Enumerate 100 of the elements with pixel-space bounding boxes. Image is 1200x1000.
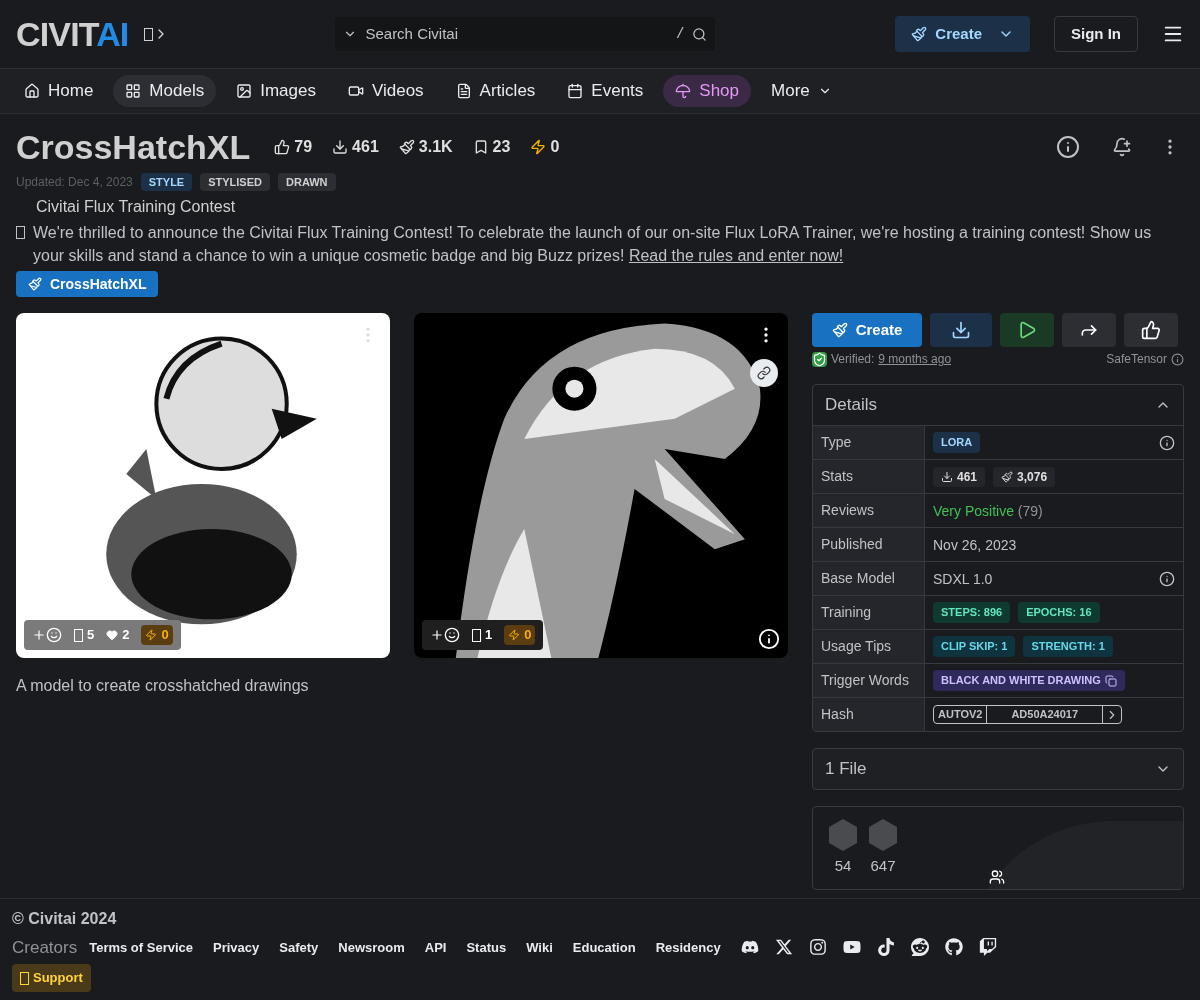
copyright: © Civitai 2024: [12, 908, 118, 929]
badge-count: 54: [834, 856, 852, 876]
social-link-icon[interactable]: [774, 938, 793, 957]
model-description: A model to create crosshatched drawings: [16, 676, 310, 696]
image-card[interactable]: 5 2 0: [16, 313, 390, 658]
bell-icon[interactable]: [1112, 137, 1132, 158]
support-button[interactable]: Support: [12, 964, 91, 992]
footer-link[interactable]: Wiki: [526, 937, 553, 957]
badge-count: 647: [870, 856, 896, 876]
copy-icon: [1104, 674, 1117, 687]
bolt-icon: [530, 139, 547, 156]
sign-in-button[interactable]: Sign In: [1054, 16, 1138, 52]
hash-value: AD50A24017: [987, 706, 1104, 723]
nav-tab[interactable]: Events: [555, 75, 656, 107]
smiley-icon[interactable]: [444, 627, 460, 643]
files-panel[interactable]: 1 File: [812, 748, 1184, 790]
detail-label-cell: Published: [813, 528, 925, 561]
detail-label-cell: Training: [813, 596, 925, 629]
footer-link[interactable]: Status: [466, 937, 507, 957]
image-icon: [236, 83, 253, 99]
details-title: Details: [825, 394, 877, 417]
brush-icon: [911, 26, 928, 42]
announcement-title: Civitai Flux Training Contest: [36, 197, 237, 217]
buzz-count[interactable]: 0: [141, 625, 173, 645]
missing-glyph-icon: [144, 27, 154, 41]
play-button[interactable]: [1000, 313, 1054, 347]
footer-link[interactable]: Residency: [655, 937, 721, 957]
footer-link[interactable]: Education: [572, 937, 636, 957]
detail-label-cell: Usage Tips: [813, 630, 925, 663]
reaction-count[interactable]: 1: [472, 625, 493, 645]
like-button[interactable]: [1124, 313, 1178, 347]
brush-icon: [28, 277, 42, 291]
announcement-text: We're thrilled to announce the Civitai Flux Training Contest! To celebrate the launch of our on-site Flux LoRA Trainer, we're hosting a training contest! Show us your skills and stand a chance to win a unique cosmetic badge and big Buzz prizes! Read the rules and enter now!: [33, 223, 1153, 266]
trigger-word-badge[interactable]: BLACK AND WHITE DRAWING: [933, 670, 1125, 691]
detail-label-cell: Reviews: [813, 494, 925, 527]
detail-label-cell: Stats: [813, 460, 925, 493]
info-icon[interactable]: [1159, 434, 1175, 451]
info-icon[interactable]: [1159, 570, 1175, 587]
rules-link[interactable]: Read the rules and enter now!: [628, 247, 844, 264]
nav-tab[interactable]: Home: [12, 75, 106, 107]
verified-time-link[interactable]: 9 months ago: [878, 350, 952, 368]
nav-tab[interactable]: Images: [224, 75, 328, 107]
nav-tab[interactable]: Models: [113, 75, 217, 107]
image-card[interactable]: 1 0: [414, 313, 788, 658]
play-icon: [1017, 320, 1037, 340]
social-link-icon[interactable]: [944, 938, 963, 957]
video-camera-icon: [347, 83, 364, 99]
plus-icon[interactable]: [430, 628, 444, 642]
reaction-count[interactable]: 2: [106, 625, 130, 645]
footer-link[interactable]: Safety: [279, 937, 319, 957]
nav-tab[interactable]: More: [759, 75, 844, 107]
stat-badge: 461: [933, 466, 986, 487]
social-link-icon[interactable]: [978, 938, 997, 957]
detail-label-cell: Type: [813, 426, 925, 459]
search-input[interactable]: Search Civitai: [365, 22, 669, 46]
stat-count: 0: [526, 135, 564, 160]
create-button[interactable]: Create: [812, 313, 922, 347]
download-button[interactable]: [930, 313, 992, 347]
shield-check-icon: [812, 351, 827, 367]
footer-link[interactable]: Terms of Service: [89, 937, 193, 957]
info-icon[interactable]: [1056, 135, 1080, 160]
search-field[interactable]: Search Civitai /: [335, 17, 716, 51]
updated-date: Updated: Dec 4, 2023: [16, 173, 133, 190]
training-badge: EPOCHS: 16: [1018, 602, 1100, 623]
download-icon: [941, 470, 953, 483]
calendar-icon: [567, 83, 584, 99]
social-link-icon[interactable]: [876, 938, 895, 957]
hexagon-badge-icon: [869, 819, 897, 851]
nav-tab[interactable]: Articles: [443, 75, 548, 107]
footer-link[interactable]: API: [424, 937, 447, 957]
detail-label-cell: Trigger Words: [813, 664, 925, 697]
share-button[interactable]: [1062, 313, 1116, 347]
create-button[interactable]: Create: [895, 16, 1030, 52]
stat-count: 23: [468, 135, 515, 160]
grid-icon: [125, 83, 142, 99]
buzz-count[interactable]: 0: [504, 625, 536, 645]
files-title: 1 File: [825, 758, 867, 781]
file-format: SafeTensor: [1106, 351, 1167, 368]
verified-label: Verified:: [831, 351, 875, 368]
tag[interactable]: STYLE: [140, 172, 193, 191]
review-summary: Very Positive (79): [933, 501, 1043, 521]
type-badge: LORA: [933, 432, 981, 453]
footer-link[interactable]: Privacy: [213, 937, 260, 957]
search-icon: [692, 26, 708, 42]
hash-field[interactable]: AUTOV2 AD50A24017: [933, 705, 1123, 724]
tag[interactable]: DRAWN: [278, 172, 336, 191]
nav-tab[interactable]: Shop: [663, 75, 752, 107]
model-version-button[interactable]: CrossHatchXL: [16, 271, 159, 297]
download-icon: [332, 139, 349, 156]
footer-link[interactable]: Creators: [12, 934, 78, 960]
nav-tab[interactable]: Videos: [335, 75, 436, 107]
social-link-icon[interactable]: [808, 938, 827, 957]
logo[interactable]: CIVITAI: [16, 17, 129, 51]
social-link-icon[interactable]: [910, 938, 929, 957]
footer-link[interactable]: Newsroom: [338, 937, 405, 957]
stat-count: 3.1K: [394, 135, 457, 160]
hash-type: AUTOV2: [934, 706, 988, 723]
stat-badge: 3,076: [993, 466, 1056, 487]
reaction-count[interactable]: 5: [74, 625, 95, 645]
tag[interactable]: STYLISED: [200, 172, 270, 191]
